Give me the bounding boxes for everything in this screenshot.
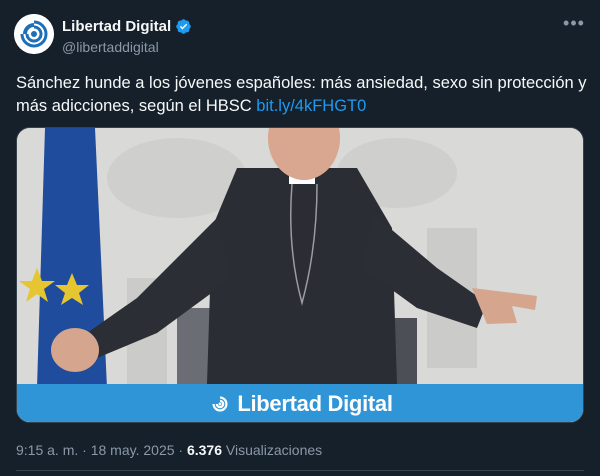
author-avatar[interactable] xyxy=(14,14,54,54)
author-block: Libertad Digital @libertaddigital xyxy=(62,17,192,55)
divider xyxy=(16,470,584,471)
author-name-row: Libertad Digital xyxy=(62,17,192,35)
photo-scene xyxy=(17,128,583,422)
tweet-meta: 9:15 a. m. · 18 may. 2025 · 6.376 Visual… xyxy=(16,442,322,458)
tweet-time[interactable]: 9:15 a. m. xyxy=(16,442,78,458)
media-image[interactable]: Libertad Digital xyxy=(16,127,584,423)
views-label: Visualizaciones xyxy=(222,442,323,458)
tweet: Libertad Digital @libertaddigital ••• Sá… xyxy=(0,0,600,476)
libertad-digital-logo-icon xyxy=(14,14,54,54)
meta-separator: · xyxy=(174,442,187,458)
meta-separator: · xyxy=(78,442,91,458)
more-options-icon[interactable]: ••• xyxy=(560,14,588,36)
tweet-text: Sánchez hunde a los jóvenes españoles: m… xyxy=(16,72,590,118)
tweet-link[interactable]: bit.ly/4kFHGT0 xyxy=(256,97,366,115)
libertad-digital-logo-icon xyxy=(209,393,231,415)
tweet-date[interactable]: 18 may. 2025 xyxy=(91,442,175,458)
author-name[interactable]: Libertad Digital xyxy=(62,18,171,35)
media-banner: Libertad Digital xyxy=(17,384,583,422)
author-handle[interactable]: @libertaddigital xyxy=(62,39,192,55)
views-count: 6.376 xyxy=(186,442,223,458)
verified-badge-icon xyxy=(175,18,192,35)
media-banner-text: Libertad Digital xyxy=(237,391,393,416)
